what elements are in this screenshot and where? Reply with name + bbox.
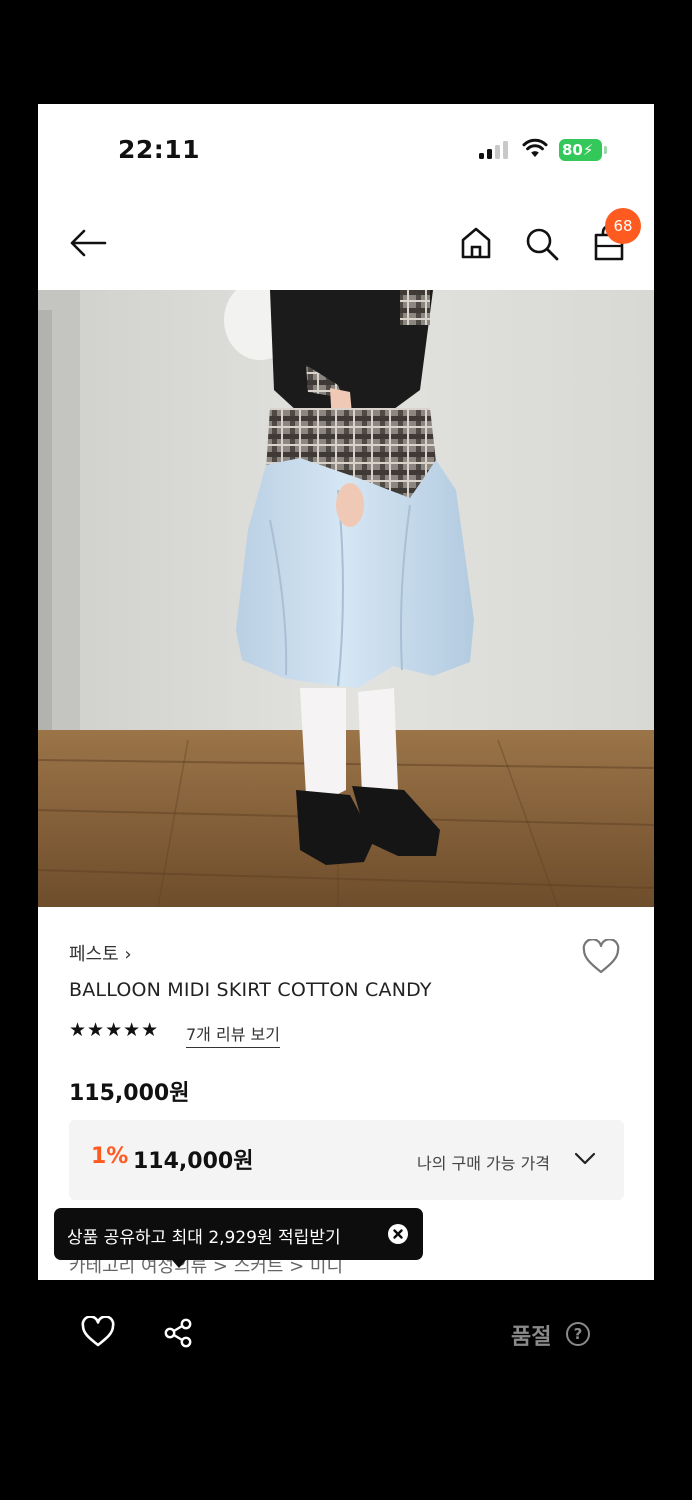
my-price-label: 나의 구매 가능 가격 xyxy=(417,1154,551,1173)
chevron-down-icon[interactable] xyxy=(573,1150,597,1168)
search-icon[interactable] xyxy=(524,226,560,262)
heart-icon[interactable] xyxy=(80,1316,116,1348)
product-photo-illustration xyxy=(38,290,654,907)
close-icon[interactable] xyxy=(388,1224,408,1244)
sold-out-status: 품절 xyxy=(511,1325,552,1350)
share-icon[interactable] xyxy=(162,1317,194,1349)
status-time: 22:11 xyxy=(118,135,201,164)
product-title: BALLOON MIDI SKIRT COTTON CANDY xyxy=(69,979,432,1001)
help-icon[interactable]: ? xyxy=(566,1322,590,1346)
brand-link[interactable]: 페스토 › xyxy=(69,940,132,966)
status-bar: 22:11 80⚡ xyxy=(38,104,654,196)
share-reward-tooltip[interactable]: 상품 공유하고 최대 2,929원 적립받기 xyxy=(54,1208,423,1268)
my-price-box[interactable]: 1% 114,000원 나의 구매 가능 가격 xyxy=(69,1120,624,1200)
tooltip-text: 상품 공유하고 최대 2,929원 적립받기 xyxy=(67,1228,341,1248)
wifi-icon xyxy=(522,138,548,157)
tooltip-arrow xyxy=(172,1260,186,1268)
home-icon[interactable] xyxy=(459,226,493,260)
battery-indicator: 80⚡ xyxy=(559,139,607,161)
original-price: 115,000원 xyxy=(69,1081,190,1106)
close-x-glyph xyxy=(393,1229,403,1239)
back-arrow-icon[interactable] xyxy=(68,228,108,258)
discount-rate: 1% xyxy=(91,1144,129,1169)
cart-count-badge: 68 xyxy=(605,208,641,244)
sale-price: 114,000원 xyxy=(133,1149,254,1174)
product-image[interactable] xyxy=(38,290,654,907)
rating-stars: ★★★★★ xyxy=(69,1019,160,1041)
app-screen: 22:11 80⚡ 68 페스토 › BALLOON MIDI SKIRT CO… xyxy=(38,104,654,1280)
wishlist-heart-icon[interactable] xyxy=(581,939,621,975)
review-link[interactable]: 7개 리뷰 보기 xyxy=(186,1021,280,1048)
cellular-signal-icon xyxy=(479,141,511,159)
